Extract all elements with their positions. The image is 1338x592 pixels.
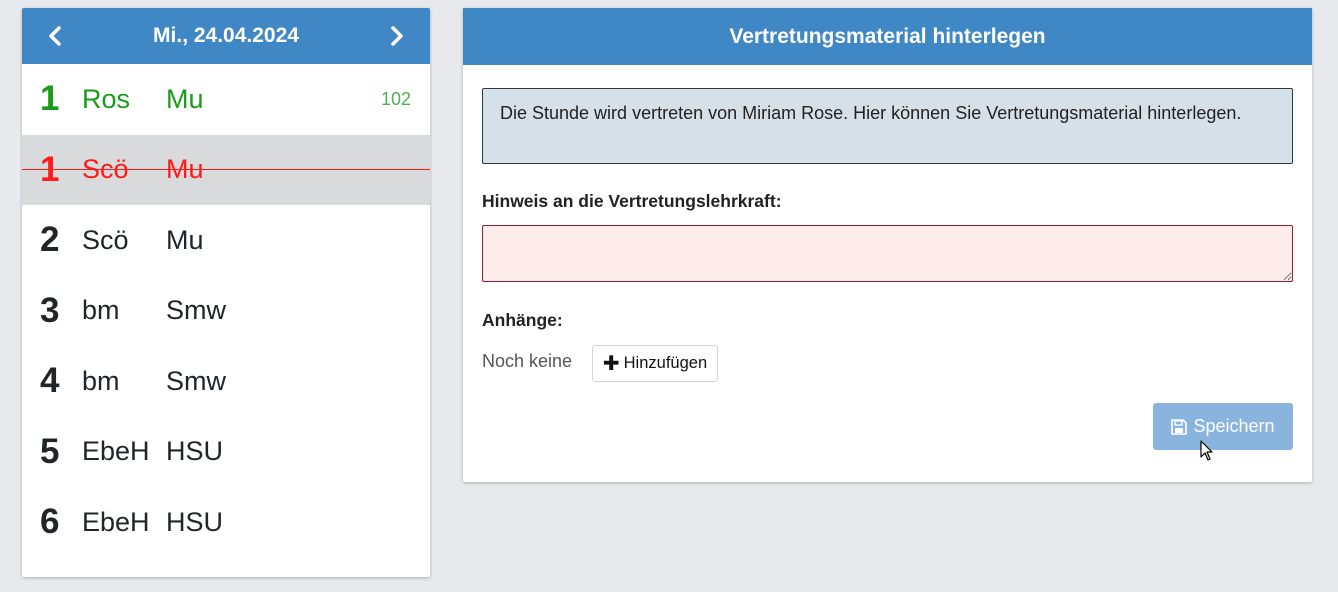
lesson-teacher: Ros — [82, 83, 131, 114]
lesson-teacher: bm — [82, 365, 120, 396]
lesson-teacher: EbeH — [82, 506, 150, 537]
day-header: Mi., 24.04.2024 — [22, 8, 430, 64]
lesson-teacher: bm — [82, 295, 120, 326]
floppy-disk-icon — [1171, 418, 1188, 435]
chevron-right-icon — [391, 26, 403, 46]
current-date: Mi., 24.04.2024 — [153, 24, 299, 47]
lesson-room: 102 — [380, 88, 411, 109]
lesson-row[interactable]: 6 EbeH HSU — [22, 487, 430, 558]
substitution-material-panel: Vertretungsmaterial hinterlegen Die Stun… — [463, 8, 1312, 482]
panel-title: Vertretungsmaterial hinterlegen — [463, 8, 1312, 65]
plus-icon: ✚ — [602, 352, 620, 375]
lesson-teacher: Scö — [82, 224, 129, 255]
attachments-empty-text: Noch keine — [482, 351, 573, 371]
lesson-row[interactable]: 1 Ros Mu 102 — [22, 64, 430, 135]
prev-day-button[interactable] — [44, 25, 66, 47]
info-message: Die Stunde wird vertreten von Miriam Ros… — [482, 88, 1293, 164]
lesson-period: 5 — [40, 431, 60, 471]
lesson-period: 3 — [40, 290, 60, 330]
lesson-period: 2 — [40, 220, 60, 260]
note-label: Hinweis an die Vertretungslehrkraft: — [482, 191, 782, 211]
lesson-row[interactable]: 3 bm Smw — [22, 276, 430, 347]
lesson-period: 4 — [40, 361, 60, 401]
lesson-teacher: EbeH — [82, 436, 150, 467]
lesson-teacher: Scö — [82, 154, 129, 185]
strikethrough-line — [22, 168, 430, 170]
add-attachment-button[interactable]: ✚ Hinzufügen — [592, 345, 718, 382]
lesson-period: 6 — [40, 502, 60, 542]
mouse-cursor-icon — [1200, 440, 1213, 461]
lesson-subject: HSU — [166, 506, 224, 537]
day-schedule-panel: Mi., 24.04.2024 1 Ros Mu 102 1 Scö Mu 2 … — [22, 8, 430, 577]
next-day-button[interactable] — [386, 25, 408, 47]
add-button-label: Hinzufügen — [623, 354, 708, 372]
lesson-row[interactable]: 4 bm Smw — [22, 346, 430, 417]
lesson-subject: Mu — [166, 154, 204, 185]
lesson-period: 1 — [40, 79, 60, 119]
chevron-left-icon — [49, 26, 61, 46]
lesson-subject: Smw — [166, 365, 226, 396]
lesson-period: 1 — [40, 149, 60, 189]
lesson-row-cancelled[interactable]: 1 Scö Mu — [22, 134, 430, 205]
lesson-row[interactable]: 5 EbeH HSU — [22, 417, 430, 488]
save-button[interactable]: Speichern — [1153, 403, 1293, 450]
lesson-subject: Mu — [166, 224, 204, 255]
lesson-subject: Mu — [166, 83, 204, 114]
lesson-row[interactable]: 2 Scö Mu — [22, 205, 430, 276]
lesson-subject: Smw — [166, 295, 226, 326]
attachments-label: Anhänge: — [482, 310, 563, 330]
lesson-subject: HSU — [166, 436, 224, 467]
save-button-label: Speichern — [1193, 416, 1275, 436]
note-textarea[interactable] — [482, 225, 1293, 282]
